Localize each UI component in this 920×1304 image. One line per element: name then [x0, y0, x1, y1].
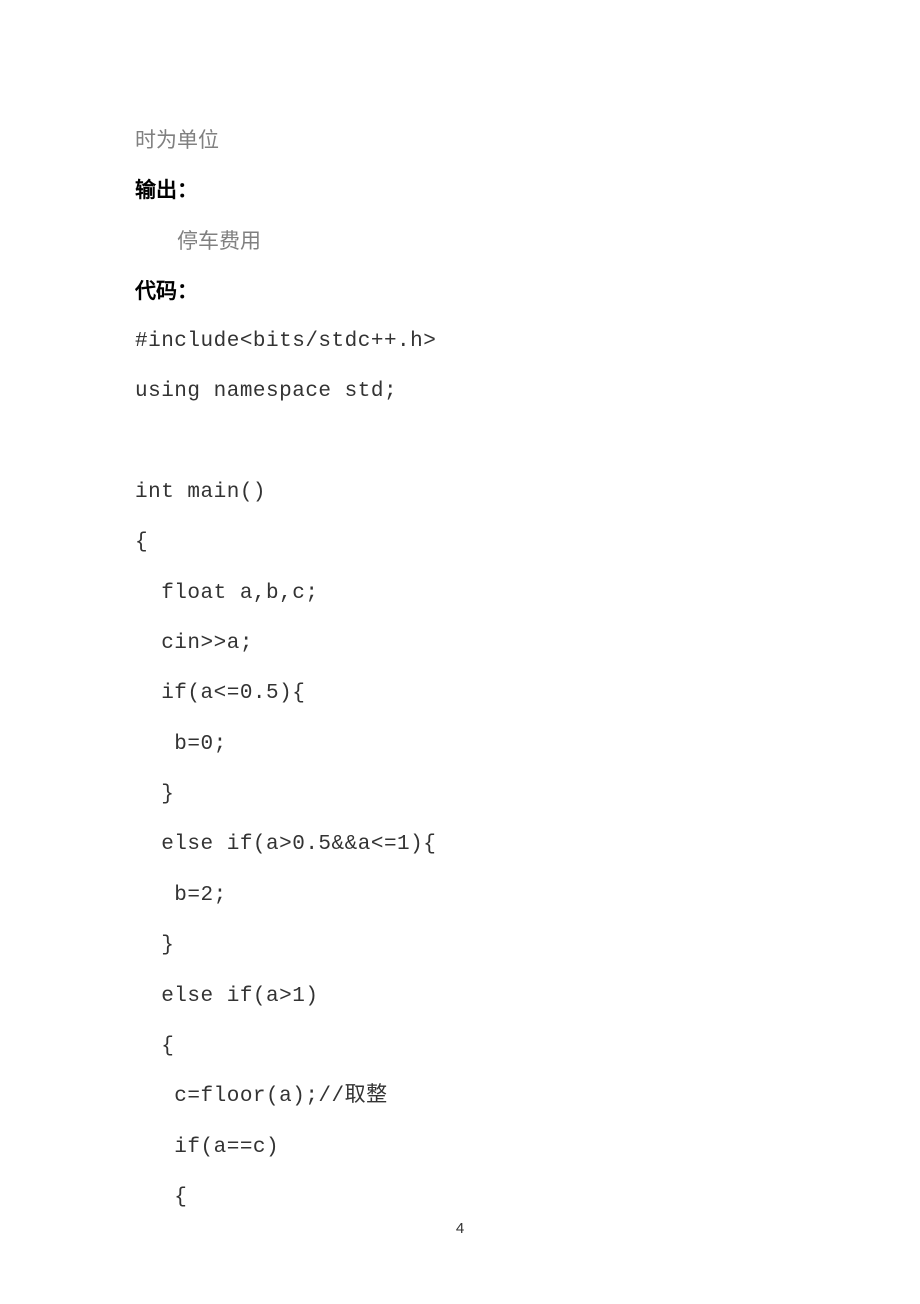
- code-line: }: [135, 770, 785, 820]
- text-unit-line: 时为单位: [135, 115, 785, 165]
- code-line: if(a<=0.5){: [135, 669, 785, 719]
- code-line: {: [135, 518, 785, 568]
- code-line: else if(a>1): [135, 972, 785, 1022]
- code-line: if(a==c): [135, 1123, 785, 1173]
- code-line: c=floor(a);//取整: [135, 1072, 785, 1122]
- code-line: {: [135, 1173, 785, 1223]
- output-text: 停车费用: [135, 216, 785, 266]
- page-number: 4: [0, 1220, 920, 1237]
- code-line: else if(a>0.5&&a<=1){: [135, 820, 785, 870]
- code-line: }: [135, 921, 785, 971]
- code-line: b=0;: [135, 720, 785, 770]
- code-line: {: [135, 1022, 785, 1072]
- code-line: float a,b,c;: [135, 569, 785, 619]
- code-line: #include<bits/stdc++.h>: [135, 317, 785, 367]
- heading-output: 输出：: [135, 165, 785, 215]
- document-page: 时为单位 输出： 停车费用 代码： #include<bits/stdc++.h…: [0, 0, 920, 1304]
- heading-code: 代码：: [135, 266, 785, 316]
- code-line: using namespace std;: [135, 367, 785, 417]
- code-line: int main(): [135, 468, 785, 518]
- code-line: cin>>a;: [135, 619, 785, 669]
- code-line-blank: [135, 417, 785, 467]
- code-line: b=2;: [135, 871, 785, 921]
